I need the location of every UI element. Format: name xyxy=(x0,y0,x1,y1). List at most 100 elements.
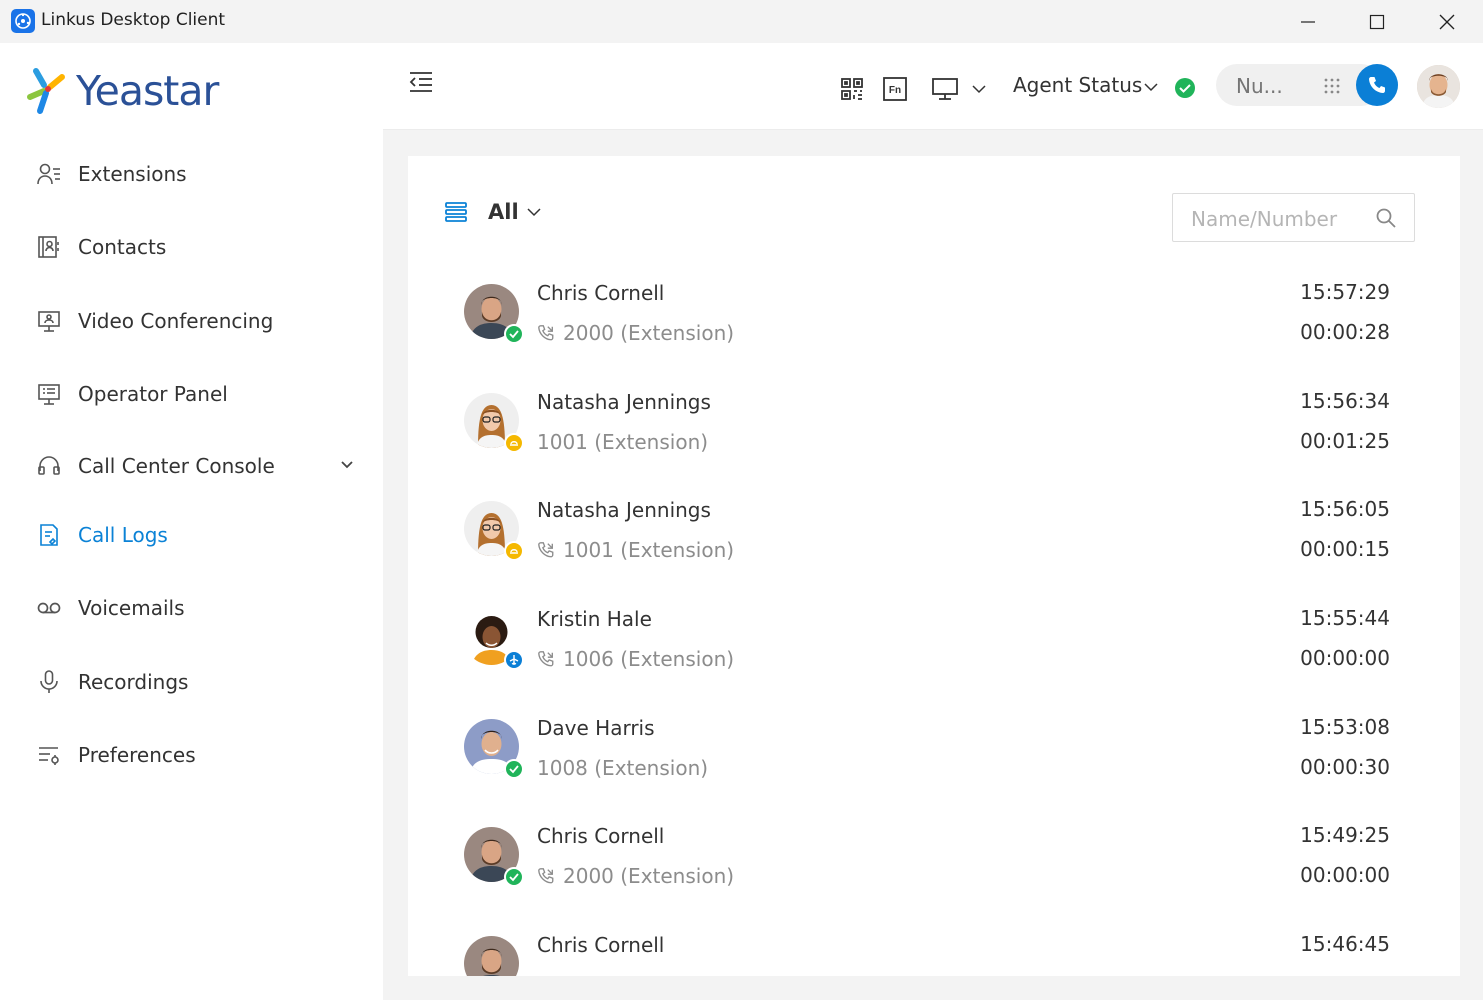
contact-avatar xyxy=(464,936,519,976)
operator-panel-icon xyxy=(36,381,62,407)
chevron-down-icon[interactable] xyxy=(340,458,354,472)
contact-name: Chris Cornell xyxy=(537,824,665,848)
agent-status-label: Agent Status xyxy=(1013,73,1143,97)
presence-status-badge xyxy=(504,650,524,670)
top-bar: Fn Agent Status xyxy=(383,43,1483,130)
lunch-icon xyxy=(510,549,518,554)
monitor-icon xyxy=(932,78,958,100)
contact-number-text: 2000 (Extension) xyxy=(563,864,735,888)
contact-name: Dave Harris xyxy=(537,716,655,740)
call-log-row[interactable]: Dave Harris 1008 (Extension) 15:53:08 00… xyxy=(464,715,1404,819)
contact-number: 2000 (Extension) xyxy=(537,864,734,888)
close-icon xyxy=(1439,14,1455,29)
presence-status-badge xyxy=(504,541,524,561)
contact-number-text: 1001 (Extension) xyxy=(563,538,735,562)
call-duration: 00:00:00 xyxy=(1300,646,1390,670)
call-duration: 00:00:00 xyxy=(1300,863,1390,887)
call-duration: 00:00:15 xyxy=(1300,537,1390,561)
logo-text: Yeastar xyxy=(76,67,219,115)
filter-label: All xyxy=(488,200,519,224)
collapse-sidebar-button[interactable] xyxy=(403,67,439,97)
sidebar-item-label: Call Center Console xyxy=(78,454,275,478)
maximize-icon xyxy=(1369,14,1385,29)
call-log-row[interactable]: Natasha Jennings 1001 (Extension) 15:56:… xyxy=(464,389,1404,493)
call-type-filter[interactable]: All xyxy=(444,200,541,224)
check-circle-icon xyxy=(1175,78,1195,98)
contact-number: 1008 (Extension) xyxy=(537,756,708,780)
contact-number: 1001 (Extension) xyxy=(537,430,708,454)
presence-status-indicator[interactable] xyxy=(1173,76,1197,100)
lunch-icon xyxy=(510,441,518,446)
search-icon[interactable] xyxy=(1375,207,1397,229)
call-log-row[interactable]: Kristin Hale 1006 (Extension) 15:55:44 0… xyxy=(464,606,1404,710)
fn-key-icon: Fn xyxy=(883,77,907,101)
yeastar-logo: Yeastar xyxy=(26,63,219,119)
call-time: 15:55:44 xyxy=(1300,606,1390,630)
minimize-icon xyxy=(1301,20,1315,23)
sidebar-item-preferences[interactable]: Preferences xyxy=(36,735,366,775)
sidebar-item-label: Recordings xyxy=(78,670,189,694)
contact-name: Chris Cornell xyxy=(537,281,665,305)
sidebar-item-label: Operator Panel xyxy=(78,382,228,406)
incoming-call-icon xyxy=(538,325,554,341)
keypad-button[interactable] xyxy=(1322,76,1342,96)
minimize-button[interactable] xyxy=(1273,0,1343,43)
sidebar-item-voicemails[interactable]: Voicemails xyxy=(36,588,366,628)
sidebar-item-video-conferencing[interactable]: Video Conferencing xyxy=(36,301,366,341)
contact-number-text: 1001 (Extension) xyxy=(537,430,709,454)
call-duration: 00:00:30 xyxy=(1300,755,1390,779)
filter-list-icon xyxy=(445,202,467,222)
maximize-button[interactable] xyxy=(1342,0,1412,43)
sidebar-item-call-logs[interactable]: Call Logs xyxy=(36,515,366,555)
check-icon xyxy=(509,873,519,882)
microphone-icon xyxy=(36,669,62,695)
incoming-call-icon xyxy=(538,868,554,884)
svg-text:Fn: Fn xyxy=(889,85,901,96)
user-avatar[interactable] xyxy=(1417,65,1460,108)
contacts-icon xyxy=(36,234,62,260)
sidebar-item-call-center-console[interactable]: Call Center Console xyxy=(36,446,366,486)
call-log-row[interactable]: Chris Cornell 15:46:45 xyxy=(464,932,1404,976)
headset-icon xyxy=(36,453,62,479)
search-input[interactable] xyxy=(1191,207,1371,231)
call-log-row[interactable]: Natasha Jennings 1001 (Extension) 15:56:… xyxy=(464,497,1404,601)
sidebar-item-label: Call Logs xyxy=(78,523,168,547)
call-log-row[interactable]: Chris Cornell 2000 (Extension) 15:49:25 … xyxy=(464,823,1404,927)
contact-number-text: 2000 (Extension) xyxy=(563,321,735,345)
sidebar-item-recordings[interactable]: Recordings xyxy=(36,662,366,702)
dial-number-input[interactable] xyxy=(1236,74,1306,98)
sidebar-item-extensions[interactable]: Extensions xyxy=(36,154,366,194)
sidebar-item-label: Video Conferencing xyxy=(78,309,274,333)
incoming-call-icon xyxy=(538,651,554,667)
device-select-button[interactable] xyxy=(929,74,989,104)
sidebar-item-contacts[interactable]: Contacts xyxy=(36,227,366,267)
contact-name: Natasha Jennings xyxy=(537,498,711,522)
call-logs-panel: All Chris Cornell 2000 (Extension) 15:57… xyxy=(408,156,1460,976)
presence-status-badge xyxy=(504,759,524,779)
call-log-row[interactable]: Chris Cornell 2000 (Extension) 15:57:29 … xyxy=(464,280,1404,384)
call-duration: 00:01:25 xyxy=(1300,429,1390,453)
call-time: 15:57:29 xyxy=(1300,280,1390,304)
contact-number: 1001 (Extension) xyxy=(537,538,734,562)
menu-collapse-icon xyxy=(409,72,432,92)
qr-code-icon xyxy=(841,78,863,100)
airplane-icon xyxy=(509,655,519,665)
close-button[interactable] xyxy=(1412,0,1482,43)
sidebar: Yeastar Extensions Contacts Video Confer… xyxy=(0,43,383,1000)
avatar-image xyxy=(1417,65,1460,108)
contact-name: Natasha Jennings xyxy=(537,390,711,414)
chevron-down-icon xyxy=(527,208,541,217)
keypad-icon xyxy=(1324,78,1340,94)
call-time: 15:49:25 xyxy=(1300,823,1390,847)
contact-number-text: 1006 (Extension) xyxy=(563,647,735,671)
agent-status-dropdown[interactable]: Agent Status xyxy=(1013,73,1158,97)
qr-code-button[interactable] xyxy=(837,74,867,104)
search-box xyxy=(1172,193,1415,242)
extensions-icon xyxy=(36,161,62,187)
function-keys-button[interactable]: Fn xyxy=(880,74,910,104)
sidebar-item-operator-panel[interactable]: Operator Panel xyxy=(36,374,366,414)
contact-name: Chris Cornell xyxy=(537,933,665,957)
phone-icon xyxy=(1369,77,1385,93)
call-button[interactable] xyxy=(1356,64,1398,106)
presence-status-badge xyxy=(504,324,524,344)
